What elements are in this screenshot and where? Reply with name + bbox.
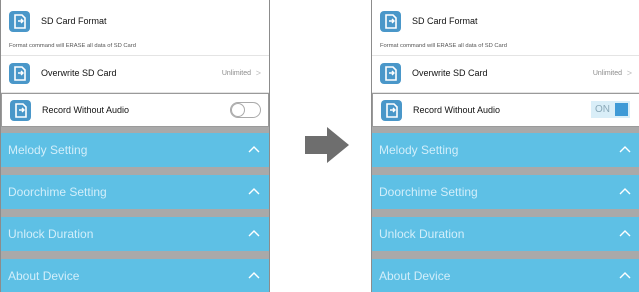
record-without-audio-row: Record Without Audio [1,93,269,127]
section-doorchime-setting[interactable]: Doorchime Setting [372,175,639,209]
format-warning-note: Format command will ERASE all data of SD… [380,43,507,49]
sd-card-icon [10,100,31,121]
sd-card-icon [9,63,30,84]
section-label: About Device [379,269,451,283]
chevron-up-icon [619,146,631,153]
section-label: About Device [8,269,80,283]
record-without-audio-row: Record Without Audio ON [372,93,639,127]
section-gap [372,209,639,217]
section-gap [1,251,269,259]
sd-card-icon [381,100,402,121]
overwrite-sd-card-row[interactable]: Overwrite SD Card Unlimited > [372,56,639,92]
sd-card-format-row[interactable]: SD Card Format Format command will ERASE… [1,0,269,55]
overwrite-value: Unlimited [592,70,622,77]
section-melody-setting[interactable]: Melody Setting [1,133,269,167]
chevron-up-icon [619,188,631,195]
right-arrow-icon [305,127,349,163]
chevron-up-icon [248,188,260,195]
settings-screen-before: SD Card Format Format command will ERASE… [0,0,270,292]
sd-card-format-row[interactable]: SD Card Format Format command will ERASE… [372,0,639,55]
chevron-up-icon [248,230,260,237]
section-label: Unlock Duration [379,227,465,241]
section-label: Melody Setting [8,143,88,157]
section-gap [1,209,269,217]
toggle-knob [231,103,245,117]
section-gap [1,167,269,175]
sd-card-format-title: SD Card Format [412,16,478,26]
chevron-up-icon [248,272,260,279]
section-label: Melody Setting [379,143,459,157]
section-label: Doorchime Setting [379,185,478,199]
overwrite-value: Unlimited [221,70,251,77]
section-label: Unlock Duration [8,227,94,241]
sd-card-icon [9,11,30,32]
settings-screen-after: SD Card Format Format command will ERASE… [371,0,639,292]
sd-card-icon [380,11,401,32]
sd-card-format-title: SD Card Format [41,16,107,26]
chevron-right-icon: > [626,68,632,78]
toggle-on-label: ON [595,104,610,115]
section-melody-setting[interactable]: Melody Setting [372,133,639,167]
overwrite-sd-card-title: Overwrite SD Card [41,68,117,78]
section-gap [372,251,639,259]
sd-card-icon [380,63,401,84]
overwrite-sd-card-row[interactable]: Overwrite SD Card Unlimited > [1,56,269,92]
chevron-up-icon [619,230,631,237]
section-about-device[interactable]: About Device [1,259,269,292]
section-unlock-duration[interactable]: Unlock Duration [1,217,269,251]
chevron-up-icon [248,146,260,153]
record-without-audio-toggle[interactable]: ON [591,101,630,118]
record-without-audio-title: Record Without Audio [42,105,130,115]
section-about-device[interactable]: About Device [372,259,639,292]
section-unlock-duration[interactable]: Unlock Duration [372,217,639,251]
record-without-audio-title: Record Without Audio [413,105,501,115]
chevron-up-icon [619,272,631,279]
format-warning-note: Format command will ERASE all data of SD… [9,43,136,49]
section-gap [372,167,639,175]
record-without-audio-toggle[interactable] [230,102,261,118]
section-doorchime-setting[interactable]: Doorchime Setting [1,175,269,209]
chevron-right-icon: > [255,68,261,78]
section-label: Doorchime Setting [8,185,107,199]
toggle-knob [615,103,628,116]
overwrite-sd-card-title: Overwrite SD Card [412,68,488,78]
